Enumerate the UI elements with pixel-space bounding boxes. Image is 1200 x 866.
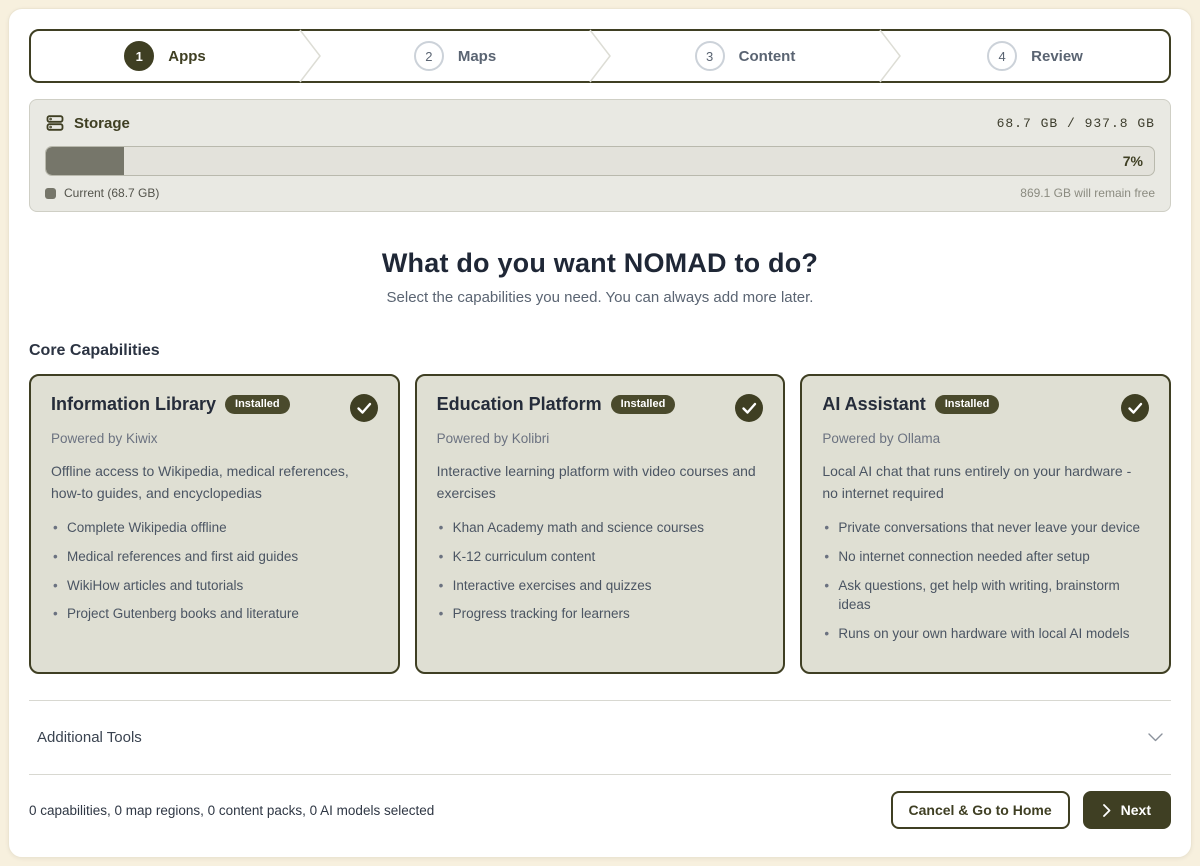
feature-item: Interactive exercises and quizzes: [437, 576, 764, 596]
feature-item: Progress tracking for learners: [437, 604, 764, 624]
installed-badge: Installed: [225, 395, 290, 414]
step-separator-chevron-icon: [589, 31, 611, 81]
page-title: What do you want NOMAD to do?: [9, 248, 1191, 279]
step-label: Maps: [458, 48, 496, 65]
storage-usage-readout: 68.7 GB / 937.8 GB: [997, 116, 1155, 131]
chevron-right-icon: [1103, 804, 1111, 817]
additional-tools-toggle[interactable]: Additional Tools: [29, 701, 1171, 774]
additional-tools-label: Additional Tools: [37, 729, 142, 746]
core-capabilities-heading: Core Capabilities: [29, 342, 1171, 360]
selection-summary: 0 capabilities, 0 map regions, 0 content…: [29, 803, 434, 818]
feature-item: Complete Wikipedia offline: [51, 518, 378, 538]
feature-item: Private conversations that never leave y…: [822, 518, 1149, 538]
cancel-button[interactable]: Cancel & Go to Home: [891, 791, 1070, 829]
page-subtitle: Select the capabilities you need. You ca…: [9, 289, 1191, 306]
step-separator-chevron-icon: [299, 31, 321, 81]
next-button-label: Next: [1121, 802, 1151, 818]
step-number-badge: 3: [695, 41, 725, 71]
chevron-down-icon: [1148, 733, 1163, 742]
step-number-badge: 2: [414, 41, 444, 71]
step-maps[interactable]: 2 Maps: [321, 31, 589, 81]
feature-item: Ask questions, get help with writing, br…: [822, 576, 1149, 615]
powered-by-label: Powered by Kiwix: [51, 431, 378, 446]
card-title: Education Platform: [437, 394, 602, 415]
step-label: Content: [739, 48, 796, 65]
feature-item: K-12 curriculum content: [437, 547, 764, 567]
step-label: Apps: [168, 48, 206, 65]
card-information-library[interactable]: Information Library Installed Powered by…: [29, 374, 400, 674]
card-feature-list: Khan Academy math and science courses K-…: [437, 518, 764, 623]
step-apps[interactable]: 1 Apps: [31, 31, 299, 81]
powered-by-label: Powered by Kolibri: [437, 431, 764, 446]
powered-by-label: Powered by Ollama: [822, 431, 1149, 446]
card-title: AI Assistant: [822, 394, 925, 415]
next-button[interactable]: Next: [1083, 791, 1171, 829]
card-description: Local AI chat that runs entirely on your…: [822, 461, 1149, 504]
feature-item: Runs on your own hardware with local AI …: [822, 624, 1149, 644]
step-number-badge: 1: [124, 41, 154, 71]
storage-percent-label: 7%: [1123, 153, 1143, 169]
legend-current-label: Current (68.7 GB): [64, 186, 159, 200]
storage-drive-icon: [45, 113, 65, 133]
setup-wizard-window: 1 Apps 2 Maps 3 Content 4 Review: [8, 8, 1192, 858]
step-separator-chevron-icon: [879, 31, 901, 81]
feature-item: No internet connection needed after setu…: [822, 547, 1149, 567]
card-feature-list: Private conversations that never leave y…: [822, 518, 1149, 643]
selected-check-icon: [735, 394, 763, 427]
storage-title: Storage: [74, 115, 130, 132]
storage-panel: Storage 68.7 GB / 937.8 GB 7% Current (6…: [29, 99, 1171, 212]
storage-remaining-label: 869.1 GB will remain free: [1020, 186, 1155, 200]
storage-progress-fill: [46, 147, 124, 175]
selected-check-icon: [350, 394, 378, 427]
installed-badge: Installed: [935, 395, 1000, 414]
wizard-stepper: 1 Apps 2 Maps 3 Content 4 Review: [29, 29, 1171, 83]
card-education-platform[interactable]: Education Platform Installed Powered by …: [415, 374, 786, 674]
card-description: Interactive learning platform with video…: [437, 461, 764, 504]
card-ai-assistant[interactable]: AI Assistant Installed Powered by Ollama…: [800, 374, 1171, 674]
legend-current-swatch: [45, 188, 56, 199]
step-number-badge: 4: [987, 41, 1017, 71]
wizard-footer: 0 capabilities, 0 map regions, 0 content…: [29, 775, 1171, 829]
selected-check-icon: [1121, 394, 1149, 427]
installed-badge: Installed: [611, 395, 676, 414]
feature-item: Medical references and first aid guides: [51, 547, 378, 567]
card-feature-list: Complete Wikipedia offline Medical refer…: [51, 518, 378, 623]
feature-item: WikiHow articles and tutorials: [51, 576, 378, 596]
card-description: Offline access to Wikipedia, medical ref…: [51, 461, 378, 504]
capability-cards: Information Library Installed Powered by…: [29, 374, 1171, 674]
step-review[interactable]: 4 Review: [901, 31, 1169, 81]
step-content[interactable]: 3 Content: [611, 31, 879, 81]
feature-item: Khan Academy math and science courses: [437, 518, 764, 538]
storage-progress-bar: 7%: [45, 146, 1155, 176]
feature-item: Project Gutenberg books and literature: [51, 604, 378, 624]
step-label: Review: [1031, 48, 1083, 65]
card-title: Information Library: [51, 394, 216, 415]
